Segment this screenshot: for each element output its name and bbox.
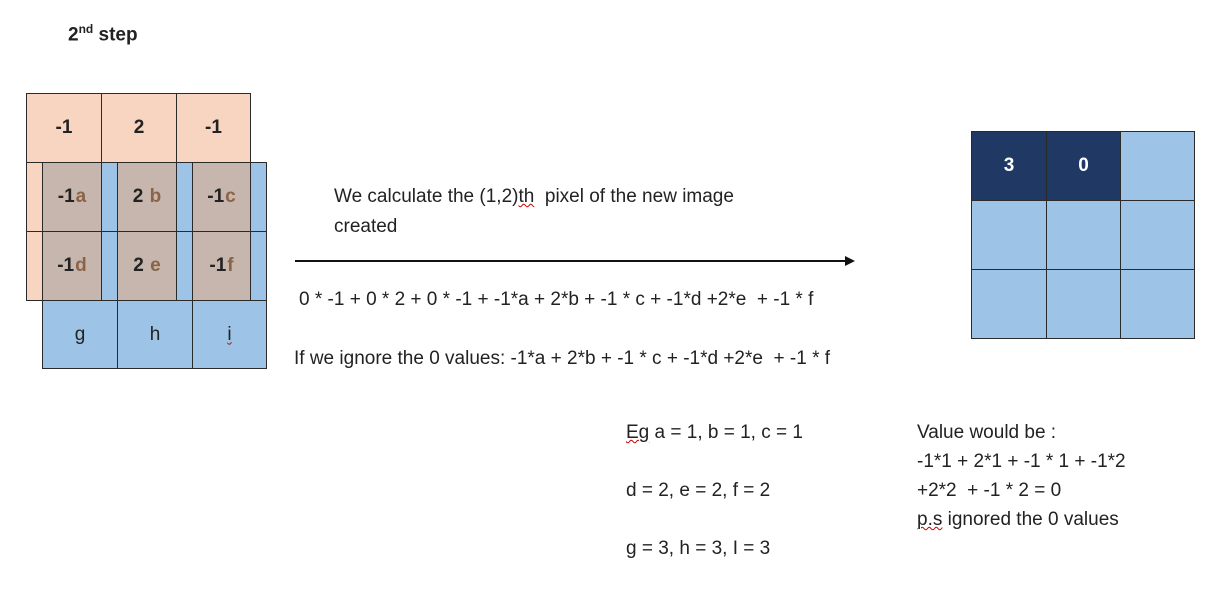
description-line2: created [334,216,398,237]
output-cell-3-1 [971,269,1047,339]
output-cell-3-2 [1046,269,1121,339]
image-cell-g: g [42,300,118,369]
overlap-cell-f: -1 f [192,231,251,301]
output-cell-2-3 [1120,200,1195,270]
overlap-cell-e: 2 e [117,231,177,301]
kernel-cell-1-1: -1 [26,93,102,163]
output-cell-3-3 [1120,269,1195,339]
arrow-head-icon [845,256,855,266]
example-line1: Eg a = 1, b = 1, c = 1 [626,422,803,443]
overlap-cell-a: -1 a [42,162,102,232]
formula-full: 0 * -1 + 0 * 2 + 0 * -1 + -1*a + 2*b + -… [299,289,814,310]
kernel-cell-1-2: 2 [101,93,177,163]
output-cell-2-1 [971,200,1047,270]
arrow-line [295,260,847,262]
overlap-cell-b: 2 b [117,162,177,232]
kernel-edge-3 [26,231,43,301]
value-line2: -1*1 + 2*1 + -1 * 1 + -1*2 [917,451,1126,472]
formula-ignored: If we ignore the 0 values: -1*a + 2*b + … [294,348,831,369]
image-cell-i: i [192,300,267,369]
example-line3: g = 3, h = 3, I = 3 [626,538,771,559]
kernel-edge-2 [26,162,43,232]
overlap-cell-d: -1 d [42,231,102,301]
kernel-cell-1-3: -1 [176,93,251,163]
output-cell-2-2 [1046,200,1121,270]
output-cell-1-3 [1120,131,1195,201]
overlap-cell-c: -1 c [192,162,251,232]
step-title: 2nd step [68,22,138,46]
value-line1: Value would be : [917,422,1057,443]
example-line2: d = 2, e = 2, f = 2 [626,480,771,501]
value-line4: p.s ignored the 0 values [917,509,1119,530]
output-cell-1-2: 0 [1046,131,1121,201]
image-cell-h: h [117,300,193,369]
description-line1: We calculate the (1,2)th pixel of the ne… [334,186,734,207]
value-line3: +2*2 + -1 * 2 = 0 [917,480,1062,501]
output-cell-1-1: 3 [971,131,1047,201]
